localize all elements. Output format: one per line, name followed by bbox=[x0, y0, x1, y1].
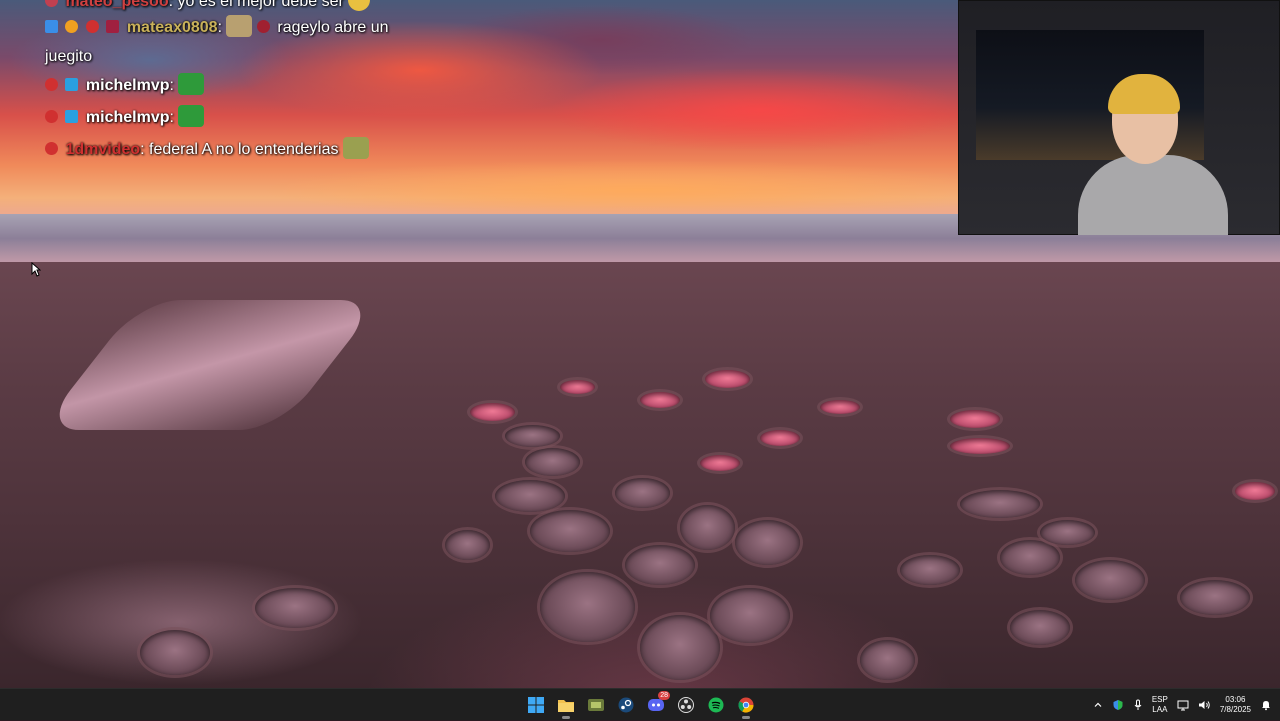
chat-badge-icon bbox=[45, 0, 58, 7]
tide-pool bbox=[525, 448, 580, 476]
subscriber-badge-icon bbox=[65, 20, 79, 33]
tide-pool bbox=[640, 615, 720, 680]
prime-badge-icon bbox=[65, 110, 79, 123]
defender-shield-icon[interactable] bbox=[1112, 699, 1124, 711]
wine-badge-icon bbox=[256, 20, 270, 33]
obs-icon bbox=[678, 697, 694, 713]
taskbar-apps: 28 bbox=[524, 689, 758, 721]
spotify-button[interactable] bbox=[704, 691, 728, 719]
chat-message: 1dmvideo: federal A no lo entenderias bbox=[45, 134, 369, 165]
tide-pool-bright bbox=[700, 455, 740, 471]
obs-button[interactable] bbox=[674, 691, 698, 719]
emote-icon bbox=[348, 0, 371, 11]
tide-pool bbox=[680, 505, 735, 550]
network-icon[interactable] bbox=[1177, 699, 1189, 711]
tide-pool bbox=[255, 588, 335, 628]
tide-pool-bright bbox=[640, 392, 680, 408]
pokeball-badge-icon bbox=[85, 20, 99, 33]
chrome-button[interactable] bbox=[734, 691, 758, 719]
clock-date: 7/8/2025 bbox=[1219, 705, 1251, 714]
chat-username: michelmvp bbox=[85, 109, 170, 126]
owl-emote-icon bbox=[342, 137, 369, 159]
chat-message-continuation: juegito bbox=[45, 41, 92, 72]
webcam-person-body bbox=[1078, 155, 1228, 235]
volume-icon[interactable] bbox=[1198, 699, 1211, 711]
clock-time: 03:06 bbox=[1225, 695, 1246, 704]
green-emote-icon bbox=[178, 73, 205, 95]
pokeball-badge-icon bbox=[45, 78, 58, 91]
steam-button[interactable] bbox=[614, 691, 638, 719]
steam-icon bbox=[618, 697, 634, 713]
tide-pool bbox=[495, 480, 565, 512]
tide-pool-bright bbox=[705, 370, 750, 388]
chat-username: mateo_pesoo bbox=[65, 0, 169, 10]
tide-pool-bright bbox=[820, 400, 860, 414]
chat-message: michelmvp: bbox=[45, 70, 205, 101]
tide-pool-bright bbox=[950, 438, 1010, 454]
chat-username: mateax0808 bbox=[126, 19, 218, 36]
tide-pool bbox=[900, 555, 960, 585]
chat-text: juegito bbox=[45, 48, 93, 65]
chat-text: yo es el mejor debe ser bbox=[177, 0, 344, 10]
green-emote-icon bbox=[178, 105, 205, 127]
tide-pool bbox=[735, 520, 800, 565]
tide-pool-bright bbox=[560, 380, 595, 394]
prime-badge-icon bbox=[65, 78, 79, 91]
tide-pool bbox=[615, 478, 670, 508]
chevron-up-icon[interactable] bbox=[1093, 700, 1103, 710]
tide-pool bbox=[540, 572, 635, 642]
input-layout: LAA bbox=[1152, 705, 1168, 714]
tide-pool bbox=[1075, 560, 1145, 600]
microphone-icon[interactable] bbox=[1133, 699, 1143, 711]
tide-pool bbox=[1040, 520, 1095, 545]
tide-pool bbox=[140, 630, 210, 675]
start-button[interactable] bbox=[524, 691, 548, 719]
tide-pool bbox=[625, 545, 695, 585]
tide-pool bbox=[860, 640, 915, 680]
sub-tier-badge-icon bbox=[106, 20, 120, 33]
discord-button[interactable]: 28 bbox=[644, 691, 670, 719]
tide-pool bbox=[710, 588, 790, 643]
tide-pool-bright bbox=[1235, 482, 1275, 500]
xbox-button[interactable] bbox=[584, 691, 608, 719]
file-explorer-button[interactable] bbox=[554, 691, 578, 719]
tide-pool-bright bbox=[470, 403, 515, 421]
folder-icon bbox=[558, 700, 574, 712]
input-language: ESP bbox=[1151, 695, 1168, 704]
tide-pool bbox=[1180, 580, 1250, 615]
cat-emote-icon bbox=[226, 15, 253, 37]
chat-username: michelmvp bbox=[85, 77, 170, 94]
discord-notification-badge: 28 bbox=[658, 691, 670, 700]
spotify-icon bbox=[708, 697, 724, 713]
chat-text: rageylo abre un bbox=[277, 19, 389, 36]
tide-pool bbox=[1000, 540, 1060, 575]
system-clock[interactable]: 03:06 7/8/2025 bbox=[1220, 695, 1251, 715]
pokeball-badge-icon bbox=[45, 142, 58, 155]
tide-pool-bright bbox=[950, 410, 1000, 428]
chat-username: 1dmvideo bbox=[65, 141, 141, 158]
chat-message: mateax0808: rageylo abre un bbox=[45, 12, 389, 43]
chat-message: michelmvp: bbox=[45, 102, 205, 133]
taskbar: 28 ESP LAA 03:06 7/8/2025 bbox=[0, 688, 1280, 720]
system-tray: ESP LAA 03:06 7/8/2025 bbox=[1093, 689, 1272, 721]
mouse-cursor-icon bbox=[31, 262, 41, 277]
tide-pool bbox=[960, 490, 1040, 518]
webcam-overlay bbox=[958, 0, 1280, 235]
chat-text: federal A no lo entenderias bbox=[149, 141, 339, 158]
pokeball-badge-icon bbox=[45, 110, 58, 123]
input-language-indicator[interactable]: ESP LAA bbox=[1152, 695, 1168, 715]
tide-pool bbox=[1010, 610, 1070, 645]
verified-check-icon bbox=[45, 20, 58, 33]
tide-pool-bright bbox=[760, 430, 800, 446]
windows-logo-icon bbox=[528, 697, 544, 713]
chrome-icon bbox=[738, 697, 754, 713]
notification-bell-icon[interactable] bbox=[1260, 699, 1272, 711]
tide-pool bbox=[505, 425, 560, 447]
tide-pool bbox=[530, 510, 610, 552]
xbox-icon bbox=[588, 699, 604, 711]
tide-pool bbox=[445, 530, 490, 560]
